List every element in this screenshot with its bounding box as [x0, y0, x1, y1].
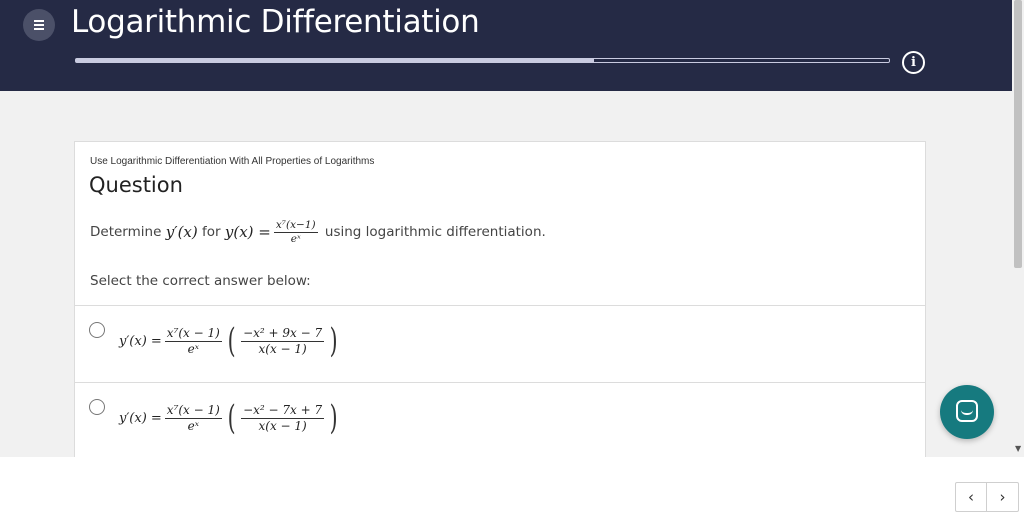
- option-paren-fraction: −x² − 7x + 7 x(x − 1): [241, 402, 325, 434]
- option-fraction: x⁷(x − 1) eˣ: [164, 402, 222, 434]
- option-paren-fraction: −x² + 9x − 7 x(x − 1): [241, 325, 325, 357]
- menu-icon[interactable]: [23, 9, 55, 41]
- page-title: Logarithmic Differentiation: [71, 4, 480, 40]
- option-paren-num: −x² + 9x − 7: [241, 325, 325, 342]
- question-subtitle: Use Logarithmic Differentiation With All…: [90, 156, 375, 167]
- content-area: Use Logarithmic Differentiation With All…: [0, 91, 1012, 457]
- chat-launcher-button[interactable]: [940, 385, 994, 439]
- option-fraction-num: x⁷(x − 1): [164, 325, 222, 342]
- scrollbar[interactable]: ▼: [1012, 0, 1024, 457]
- scroll-down-arrow-icon[interactable]: ▼: [1015, 444, 1021, 453]
- prompt-yprime: y′(x): [165, 223, 198, 241]
- option-fraction-num: x⁷(x − 1): [164, 402, 222, 419]
- radio-button[interactable]: [89, 322, 105, 338]
- answer-option-1[interactable]: y′(x) = x⁷(x − 1) eˣ ( −x² + 9x − 7 x(x …: [75, 306, 925, 382]
- next-question-button[interactable]: ›: [987, 483, 1018, 511]
- prompt-text-for: for: [202, 224, 221, 240]
- question-card: Use Logarithmic Differentiation With All…: [74, 141, 926, 457]
- prompt-fraction: x⁷(x−1) eˣ: [273, 218, 318, 246]
- progress-fill: [76, 59, 594, 62]
- question-navigation: ‹ ›: [955, 482, 1019, 512]
- question-heading: Question: [89, 173, 183, 197]
- select-answer-label: Select the correct answer below:: [90, 273, 311, 289]
- option-fraction: x⁷(x − 1) eˣ: [164, 325, 222, 357]
- question-prompt: Determine y′(x) for y(x) = x⁷(x−1) eˣ us…: [90, 214, 546, 250]
- option-formula: y′(x) = x⁷(x − 1) eˣ ( −x² − 7x + 7 x(x …: [119, 398, 338, 438]
- answer-option-2[interactable]: y′(x) = x⁷(x − 1) eˣ ( −x² − 7x + 7 x(x …: [75, 383, 925, 457]
- option-formula: y′(x) = x⁷(x − 1) eˣ ( −x² + 9x − 7 x(x …: [119, 321, 338, 361]
- prompt-text-end: using logarithmic differentiation.: [324, 224, 546, 240]
- option-fraction-den: eˣ: [187, 341, 199, 356]
- option-paren-den: x(x − 1): [258, 418, 307, 433]
- header-bar: Logarithmic Differentiation i: [0, 0, 1012, 91]
- prompt-y: y(x) =: [224, 223, 271, 241]
- option-lhs: y′(x) =: [119, 333, 162, 349]
- prompt-fraction-num: x⁷(x−1): [273, 218, 318, 233]
- progress-bar: [75, 58, 890, 63]
- option-paren-den: x(x − 1): [258, 341, 307, 356]
- prompt-fraction-den: eˣ: [290, 232, 301, 245]
- scrollbar-thumb[interactable]: [1014, 0, 1022, 268]
- option-paren-num: −x² − 7x + 7: [241, 402, 325, 419]
- prev-question-button[interactable]: ‹: [956, 483, 988, 511]
- option-lhs: y′(x) =: [119, 410, 162, 426]
- info-icon[interactable]: i: [902, 51, 925, 74]
- option-fraction-den: eˣ: [187, 418, 199, 433]
- radio-button[interactable]: [89, 399, 105, 415]
- prompt-text-start: Determine: [90, 224, 162, 240]
